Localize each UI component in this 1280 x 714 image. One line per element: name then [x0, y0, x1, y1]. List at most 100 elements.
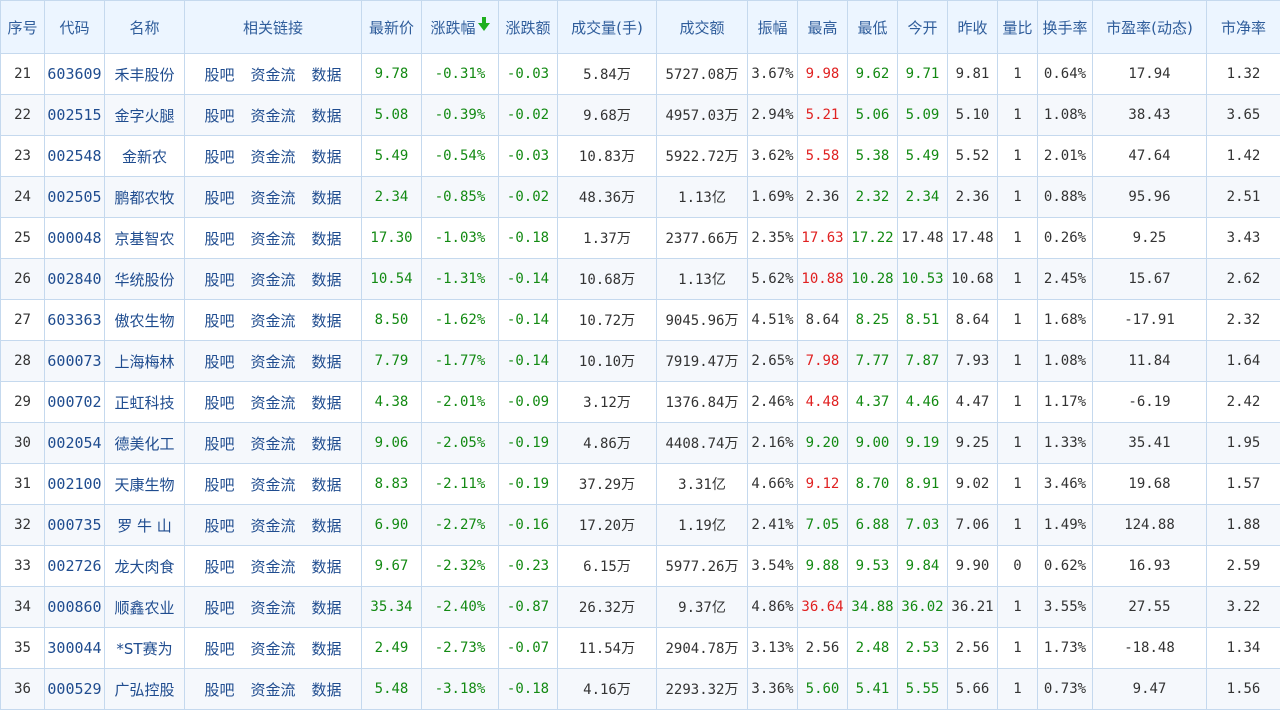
header-price[interactable]: 最新价	[361, 0, 422, 54]
guba-link[interactable]: 股吧	[204, 312, 234, 330]
stock-code-link[interactable]: 603363	[44, 299, 105, 341]
fund-flow-link[interactable]: 资金流	[250, 394, 295, 412]
guba-link[interactable]: 股吧	[204, 230, 234, 248]
table-row[interactable]: 30 002054 德美化工 股吧 资金流 数据 9.06 -2.05% -0.19 4.86万 4…	[0, 422, 1280, 464]
stock-code-link[interactable]: 002726	[44, 545, 105, 587]
header-pb[interactable]: 市净率	[1206, 0, 1280, 54]
table-row[interactable]: 21 603609 禾丰股份 股吧 资金流 数据 9.78 -0.31% -0.03 5.84万 5…	[0, 53, 1280, 95]
fund-flow-link[interactable]: 资金流	[250, 312, 295, 330]
table-row[interactable]: 35 300044 *ST赛为 股吧 资金流 数据 2.49 -2.73% -0.07 11.54…	[0, 627, 1280, 669]
guba-link[interactable]: 股吧	[204, 640, 234, 658]
fund-flow-link[interactable]: 资金流	[250, 517, 295, 535]
data-link[interactable]: 数据	[312, 394, 342, 412]
header-turnover[interactable]: 换手率	[1037, 0, 1093, 54]
stock-name-link[interactable]: 德美化工	[104, 422, 185, 464]
header-code[interactable]: 代码	[44, 0, 105, 54]
stock-code-link[interactable]: 000860	[44, 586, 105, 628]
data-link[interactable]: 数据	[312, 476, 342, 494]
header-change[interactable]: 涨跌额	[498, 0, 558, 54]
data-link[interactable]: 数据	[312, 271, 342, 289]
guba-link[interactable]: 股吧	[204, 189, 234, 207]
stock-name-link[interactable]: 顺鑫农业	[104, 586, 185, 628]
stock-name-link[interactable]: 上海梅林	[104, 340, 185, 382]
header-vol-ratio[interactable]: 量比	[997, 0, 1038, 54]
guba-link[interactable]: 股吧	[204, 435, 234, 453]
header-high[interactable]: 最高	[797, 0, 848, 54]
fund-flow-link[interactable]: 资金流	[250, 476, 295, 494]
stock-code-link[interactable]: 000702	[44, 381, 105, 423]
stock-name-link[interactable]: 天康生物	[104, 463, 185, 505]
stock-name-link[interactable]: 罗 牛 山	[104, 504, 185, 546]
stock-code-link[interactable]: 002840	[44, 258, 105, 300]
guba-link[interactable]: 股吧	[204, 107, 234, 125]
stock-code-link[interactable]: 000529	[44, 668, 105, 710]
fund-flow-link[interactable]: 资金流	[250, 107, 295, 125]
guba-link[interactable]: 股吧	[204, 353, 234, 371]
stock-name-link[interactable]: 龙大肉食	[104, 545, 185, 587]
header-prev-close[interactable]: 昨收	[947, 0, 998, 54]
table-row[interactable]: 24 002505 鹏都农牧 股吧 资金流 数据 2.34 -0.85% -0.02 48.36万…	[0, 176, 1280, 218]
table-row[interactable]: 23 002548 金新农 股吧 资金流 数据 5.49 -0.54% -0.03 10.83万 5…	[0, 135, 1280, 177]
header-amplitude[interactable]: 振幅	[747, 0, 798, 54]
data-link[interactable]: 数据	[312, 312, 342, 330]
stock-name-link[interactable]: 傲农生物	[104, 299, 185, 341]
table-row[interactable]: 25 000048 京基智农 股吧 资金流 数据 17.30 -1.03% -0.18 1.37万…	[0, 217, 1280, 259]
stock-name-link[interactable]: 金新农	[104, 135, 185, 177]
data-link[interactable]: 数据	[312, 517, 342, 535]
stock-code-link[interactable]: 600073	[44, 340, 105, 382]
header-name[interactable]: 名称	[104, 0, 185, 54]
fund-flow-link[interactable]: 资金流	[250, 66, 295, 84]
data-link[interactable]: 数据	[312, 189, 342, 207]
table-row[interactable]: 34 000860 顺鑫农业 股吧 资金流 数据 35.34 -2.40% -0.87 26.32…	[0, 586, 1280, 628]
guba-link[interactable]: 股吧	[204, 681, 234, 699]
header-pe[interactable]: 市盈率(动态)	[1092, 0, 1207, 54]
header-change-pct[interactable]: 涨跌幅	[421, 0, 499, 54]
stock-code-link[interactable]: 002505	[44, 176, 105, 218]
stock-name-link[interactable]: 华统股份	[104, 258, 185, 300]
table-row[interactable]: 29 000702 正虹科技 股吧 资金流 数据 4.38 -2.01% -0.09 3.12万 1…	[0, 381, 1280, 423]
stock-code-link[interactable]: 000735	[44, 504, 105, 546]
guba-link[interactable]: 股吧	[204, 517, 234, 535]
table-row[interactable]: 36 000529 广弘控股 股吧 资金流 数据 5.48 -3.18% -0.18 4.16万 2…	[0, 668, 1280, 710]
stock-code-link[interactable]: 300044	[44, 627, 105, 669]
table-row[interactable]: 31 002100 天康生物 股吧 资金流 数据 8.83 -2.11% -0.19 37.29万…	[0, 463, 1280, 505]
fund-flow-link[interactable]: 资金流	[250, 435, 295, 453]
fund-flow-link[interactable]: 资金流	[250, 681, 295, 699]
header-low[interactable]: 最低	[847, 0, 898, 54]
data-link[interactable]: 数据	[312, 230, 342, 248]
header-amount[interactable]: 成交额	[656, 0, 748, 54]
data-link[interactable]: 数据	[312, 640, 342, 658]
guba-link[interactable]: 股吧	[204, 66, 234, 84]
stock-name-link[interactable]: 正虹科技	[104, 381, 185, 423]
data-link[interactable]: 数据	[312, 435, 342, 453]
guba-link[interactable]: 股吧	[204, 394, 234, 412]
fund-flow-link[interactable]: 资金流	[250, 271, 295, 289]
table-row[interactable]: 26 002840 华统股份 股吧 资金流 数据 10.54 -1.31% -0.14 10.68…	[0, 258, 1280, 300]
guba-link[interactable]: 股吧	[204, 271, 234, 289]
data-link[interactable]: 数据	[312, 148, 342, 166]
stock-name-link[interactable]: 禾丰股份	[104, 53, 185, 95]
guba-link[interactable]: 股吧	[204, 148, 234, 166]
table-row[interactable]: 28 600073 上海梅林 股吧 资金流 数据 7.79 -1.77% -0.14 10.10万…	[0, 340, 1280, 382]
stock-code-link[interactable]: 002515	[44, 94, 105, 136]
data-link[interactable]: 数据	[312, 66, 342, 84]
stock-code-link[interactable]: 000048	[44, 217, 105, 259]
stock-name-link[interactable]: 金字火腿	[104, 94, 185, 136]
fund-flow-link[interactable]: 资金流	[250, 189, 295, 207]
stock-code-link[interactable]: 002054	[44, 422, 105, 464]
stock-name-link[interactable]: 京基智农	[104, 217, 185, 259]
table-row[interactable]: 32 000735 罗 牛 山股吧 资金流 数据 6.90 -2.27% -0.16 17.20…	[0, 504, 1280, 546]
stock-code-link[interactable]: 002548	[44, 135, 105, 177]
data-link[interactable]: 数据	[312, 681, 342, 699]
table-row[interactable]: 22 002515 金字火腿 股吧 资金流 数据 5.08 -0.39% -0.02 9.68万 4…	[0, 94, 1280, 136]
fund-flow-link[interactable]: 资金流	[250, 148, 295, 166]
stock-code-link[interactable]: 603609	[44, 53, 105, 95]
fund-flow-link[interactable]: 资金流	[250, 599, 295, 617]
data-link[interactable]: 数据	[312, 107, 342, 125]
data-link[interactable]: 数据	[312, 353, 342, 371]
stock-name-link[interactable]: 广弘控股	[104, 668, 185, 710]
header-volume[interactable]: 成交量(手)	[557, 0, 657, 54]
guba-link[interactable]: 股吧	[204, 476, 234, 494]
table-row[interactable]: 33 002726 龙大肉食 股吧 资金流 数据 9.67 -2.32% -0.23 6.15万 5…	[0, 545, 1280, 587]
stock-name-link[interactable]: *ST赛为	[104, 627, 185, 669]
